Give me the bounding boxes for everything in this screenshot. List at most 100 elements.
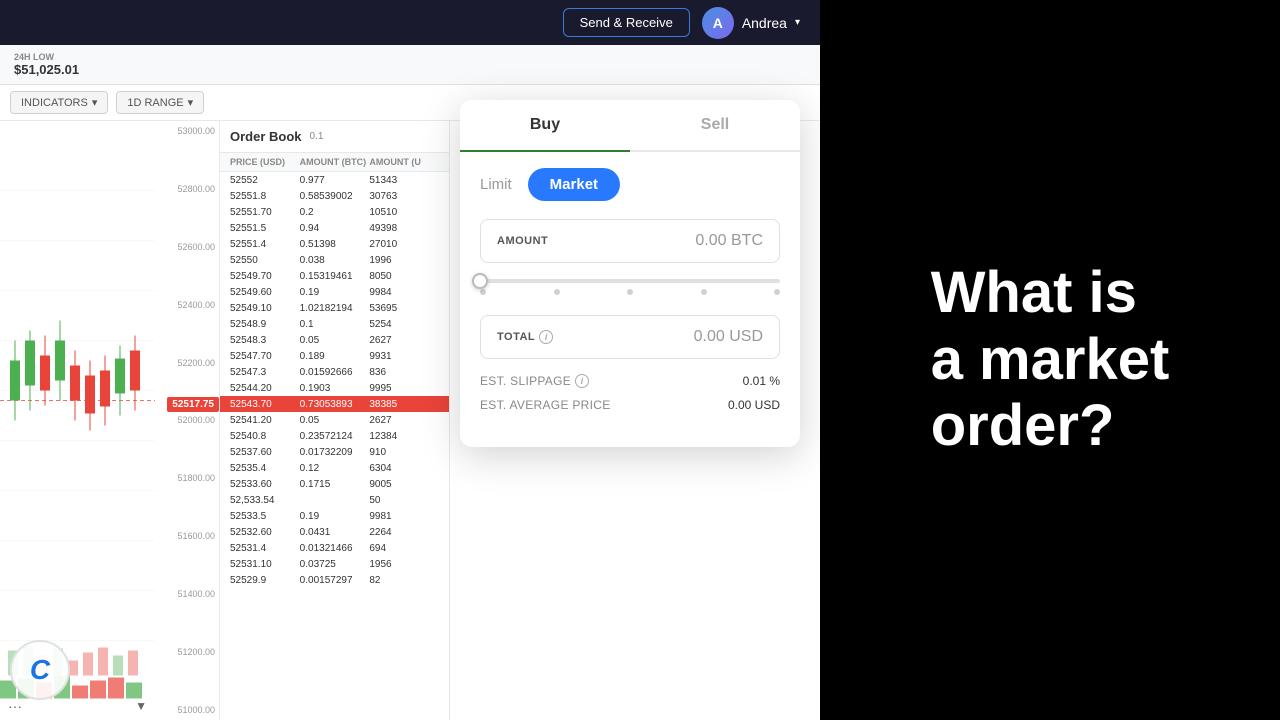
order-book-col-headers: PRICE (USD) AMOUNT (BTC) AMOUNT (U [220,153,449,172]
order-row: 52537.600.01732209910 [220,444,449,460]
logo-icon: C [30,654,50,686]
price-tick-5: 52000.00 [158,415,215,425]
order-row: 52547.30.01592666836 [220,364,449,380]
slider-dot-2 [627,289,633,295]
candlestick-chart [0,121,155,720]
trading-panel: Send & Receive A Andrea ▾ 24H LOW $51,02… [0,0,820,720]
price-tick-2: 52600.00 [158,242,215,252]
order-row: 52548.90.15254 [220,316,449,332]
slider-dots [480,289,780,295]
range-chevron: ▾ [188,96,194,109]
order-form: Buy Sell Limit Market AMOUNT 0.00 BTC [460,100,800,447]
slider-dot-0 [480,289,486,295]
order-row: 52551.50.9449398 [220,220,449,236]
price-tick-0: 53000.00 [158,126,215,136]
price-tick-8: 51400.00 [158,589,215,599]
est-slippage-row: EST. SLIPPAGE i 0.01 % [460,369,800,393]
order-book-title: Order Book [230,129,302,144]
slider-track[interactable] [480,279,780,283]
headline-line3: order? [931,393,1170,460]
send-receive-button[interactable]: Send & Receive [563,8,690,37]
price-tick-4: 52200.00 [158,358,215,368]
order-row: 525500.0381996 [220,252,449,268]
order-row: 52551.700.210510 [220,204,449,220]
amount-field[interactable]: AMOUNT 0.00 BTC [480,219,780,263]
24h-low-stat: 24H LOW $51,025.01 [14,52,79,77]
total-label: TOTAL [497,331,535,343]
order-row: 52,533.5450 [220,492,449,508]
order-row: 525520.97751343 [220,172,449,188]
order-row: 52541.200.052627 [220,412,449,428]
market-button[interactable]: Market [528,168,620,201]
est-avg-price-row: EST. AVERAGE PRICE 0.00 USD [460,393,800,417]
slider-dot-4 [774,289,780,295]
logo-watermark: C [10,640,70,700]
price-axis: 53000.00 52800.00 52600.00 52400.00 5220… [154,121,219,720]
sell-tab[interactable]: Sell [630,100,800,150]
main-content: 53000.00 52800.00 52600.00 52400.00 5220… [0,121,820,720]
price-tick-1: 52800.00 [158,184,215,194]
avatar: A [702,7,734,39]
limit-label[interactable]: Limit [480,176,512,193]
low-value: $51,025.01 [14,62,79,77]
slippage-info-icon: i [575,374,589,388]
slider-dot-1 [554,289,560,295]
amount-value: 0.00 BTC [695,232,763,250]
low-label: 24H LOW [14,52,79,62]
slider-dot-3 [701,289,707,295]
est-slippage-value: 0.01 % [743,374,780,388]
slider-row [460,273,800,305]
est-slippage-label: EST. SLIPPAGE i [480,374,589,388]
order-row: 52531.40.01321466694 [220,540,449,556]
user-name: Andrea [742,15,787,31]
price-tick-7: 51600.00 [158,531,215,541]
est-avg-price-value: 0.00 USD [728,398,780,412]
indicators-button[interactable]: INDICATORS ▾ [10,91,108,114]
headline-line2: a market [931,327,1170,394]
range-button[interactable]: 1D RANGE ▾ [116,91,204,114]
right-panel: What is a market order? [820,0,1280,720]
order-row: 52535.40.126304 [220,460,449,476]
indicators-label: INDICATORS [21,97,88,109]
order-row: 52540.80.2357212412384 [220,428,449,444]
order-row: 52531.100.037251956 [220,556,449,572]
buy-tab[interactable]: Buy [460,100,630,150]
indicators-chevron: ▾ [92,96,98,109]
price-tick-6: 51800.00 [158,473,215,483]
expand-icon[interactable]: ▼ [135,699,147,713]
amount-label: AMOUNT [497,235,548,247]
order-row: 52533.50.199981 [220,508,449,524]
order-row: 52549.600.199984 [220,284,449,300]
total-label-row: TOTAL i [497,330,553,344]
order-row: 52548.30.052627 [220,332,449,348]
order-row: 52551.80.5853900230763 [220,188,449,204]
order-row: 52549.101.0218219453695 [220,300,449,316]
order-row: 52547.700.1899931 [220,348,449,364]
order-book-badge: 0.1 [310,131,324,142]
current-price-badge: 52517.75 [167,397,219,412]
range-label: 1D RANGE [127,97,183,109]
order-row: 52532.600.04312264 [220,524,449,540]
order-row: 52544.200.19039995 [220,380,449,396]
col-price: PRICE (USD) [230,157,300,167]
order-book-rows: 525520.9775134352551.80.5853900230763525… [220,172,449,711]
order-book: Order Book 0.1 PRICE (USD) AMOUNT (BTC) … [220,121,450,720]
top-bar: Send & Receive A Andrea ▾ [0,0,820,45]
col-amount-btc: AMOUNT (BTC) [300,157,370,167]
user-menu[interactable]: A Andrea ▾ [702,7,800,39]
slider-thumb[interactable] [472,273,488,289]
order-book-header: Order Book 0.1 [220,121,449,153]
headline-line1: What is [931,260,1170,327]
price-tick-3: 52400.00 [158,300,215,310]
est-avg-price-label: EST. AVERAGE PRICE [480,398,611,412]
more-options-icon[interactable]: ··· [8,698,22,714]
chart-area: 53000.00 52800.00 52600.00 52400.00 5220… [0,121,220,720]
headline: What is a market order? [931,260,1170,460]
stats-bar: 24H LOW $51,025.01 [0,45,820,85]
order-type-row: Limit Market [460,152,800,209]
total-field[interactable]: TOTAL i 0.00 USD [480,315,780,359]
total-value: 0.00 USD [694,328,763,346]
chevron-down-icon: ▾ [795,17,800,28]
order-row: 52543.700.7305389338385 [220,396,449,412]
order-row: 52549.700.153194618050 [220,268,449,284]
